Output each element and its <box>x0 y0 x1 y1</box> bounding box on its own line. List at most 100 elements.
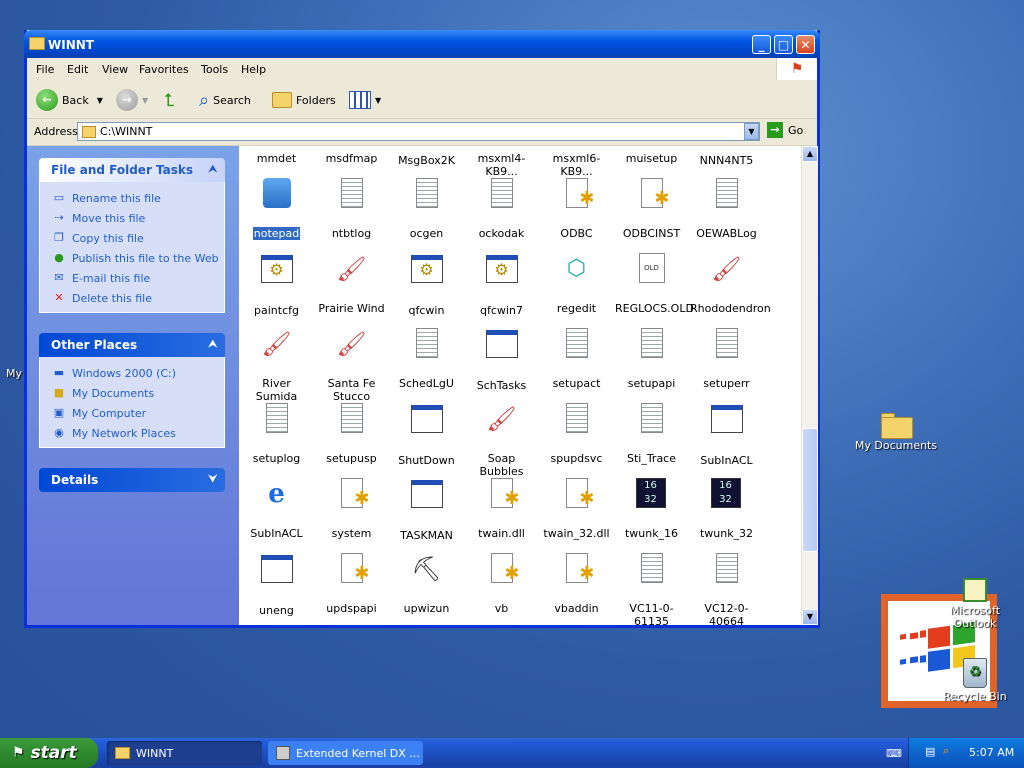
close-button[interactable]: ✕ <box>796 35 815 54</box>
place-my-documents[interactable]: ■ My Documents <box>52 383 224 403</box>
file-item[interactable]: OEWABLog <box>689 178 764 240</box>
folders-button[interactable]: Folders <box>272 88 336 112</box>
file-item[interactable]: VC11-0-61135 <box>614 553 689 625</box>
file-item[interactable]: OLD REGLOCS.OLD <box>614 253 694 315</box>
file-item[interactable]: SubInACL <box>689 403 764 467</box>
file-item[interactable]: ntbtlog <box>314 178 389 240</box>
file-item[interactable]: 🖌 Prairie Wind <box>314 253 389 315</box>
collapse-icon[interactable]: ⮝ <box>209 158 218 182</box>
file-item[interactable]: ⚙ qfcwin <box>389 253 464 317</box>
scroll-thumb[interactable] <box>802 428 818 552</box>
file-item[interactable]: setupapi <box>614 328 689 390</box>
address-input[interactable]: C:\WINNT <box>77 122 760 141</box>
file-item[interactable]: ⬡ regedit <box>539 253 614 315</box>
file-item[interactable]: ⚙NNN4NT5 <box>689 146 764 167</box>
taskbar-task-winnt[interactable]: WINNT <box>107 741 262 765</box>
file-item[interactable]: mmdet <box>239 146 314 165</box>
file-folder-tasks-header[interactable]: File and Folder Tasks ⮝ <box>39 158 225 182</box>
go-button[interactable]: → Go <box>767 122 803 138</box>
forward-button[interactable]: → ▼ <box>116 88 148 112</box>
file-item[interactable]: ⛏ upwizun <box>389 553 464 615</box>
file-item[interactable]: notepad <box>239 178 314 240</box>
place-c-drive[interactable]: ▬ Windows 2000 (C:) <box>52 363 224 383</box>
search-button[interactable]: ⌕ Search <box>199 88 251 112</box>
network-tray-icon[interactable]: ▤ <box>925 745 935 758</box>
file-item[interactable]: ⚙ qfcwin7 <box>464 253 539 317</box>
details-header[interactable]: Details ⮟ <box>39 468 225 492</box>
file-item[interactable]: muisetup <box>614 146 689 165</box>
file-item[interactable]: spupdsvc <box>539 403 614 465</box>
back-button[interactable]: ← Back ▼ <box>36 88 103 112</box>
task-rename[interactable]: ▭ Rename this file <box>52 188 224 208</box>
file-item[interactable]: ShutDown <box>389 403 464 467</box>
file-item[interactable]: vbaddin <box>539 553 614 615</box>
file-item[interactable]: 🖌 Soap Bubbles <box>464 403 539 478</box>
file-item[interactable]: 🖌 Rhododendron <box>689 253 771 315</box>
file-item[interactable]: ODBC <box>539 178 614 240</box>
file-item[interactable]: SchedLgU <box>389 328 464 390</box>
scroll-up-button[interactable]: ▲ <box>802 146 818 162</box>
file-item[interactable]: ockodak <box>464 178 539 240</box>
file-item[interactable]: 🖌 Santa Fe Stucco <box>314 328 389 403</box>
menu-edit[interactable]: Edit <box>67 63 88 76</box>
file-item[interactable]: twain.dll <box>464 478 539 540</box>
file-item[interactable]: 🖌 River Sumida <box>239 328 314 403</box>
file-item[interactable]: system <box>314 478 389 540</box>
place-my-computer[interactable]: ▣ My Computer <box>52 403 224 423</box>
task-move[interactable]: ⇢ Move this file <box>52 208 224 228</box>
file-item[interactable]: VC12-0-40664 <box>689 553 764 625</box>
views-button[interactable]: ▼ <box>349 88 381 112</box>
file-item[interactable]: setuperr <box>689 328 764 390</box>
file-item[interactable]: msxml6-KB9... <box>539 146 614 178</box>
file-item[interactable]: vb <box>464 553 539 615</box>
toolbar: ← Back ▼ → ▼ ⮤ ⌕ Search Folders ▼ <box>27 80 817 119</box>
file-item[interactable]: ocgen <box>389 178 464 240</box>
search-tray-icon[interactable]: ⌕ <box>943 744 949 758</box>
address-dropdown-button[interactable]: ▼ <box>744 123 759 140</box>
file-item[interactable]: TASKMAN <box>389 478 464 542</box>
file-item[interactable]: 16 32 twunk_32 <box>689 478 764 540</box>
address-bar: Address C:\WINNT ▼ → Go <box>27 119 817 146</box>
file-item[interactable]: ODBCINST <box>614 178 689 240</box>
task-email[interactable]: ✉ E-mail this file <box>52 268 224 288</box>
file-item[interactable]: setuplog <box>239 403 314 465</box>
window-titlebar[interactable]: WINNT _ □ ✕ <box>24 30 820 58</box>
menu-favorites[interactable]: Favorites <box>139 63 189 76</box>
taskbar-task-extended-kernel[interactable]: Extended Kernel DX ... <box>268 741 423 765</box>
menu-view[interactable]: View <box>102 63 128 76</box>
keyboard-icon[interactable]: ⌨ <box>886 747 902 760</box>
menu-tools[interactable]: Tools <box>201 63 228 76</box>
desktop-outlook[interactable]: Microsoft Outlook <box>930 578 1020 630</box>
file-item[interactable]: uneng <box>239 553 314 617</box>
task-delete[interactable]: ✕ Delete this file <box>52 288 224 308</box>
file-item[interactable]: SchTasks <box>464 328 539 392</box>
vertical-scrollbar[interactable]: ▲ ▼ <box>801 146 818 625</box>
other-places-header[interactable]: Other Places ⮝ <box>39 333 225 357</box>
collapse-icon[interactable]: ⮝ <box>209 333 218 357</box>
maximize-button[interactable]: □ <box>774 35 793 54</box>
task-publish[interactable]: ● Publish this file to the Web <box>52 248 224 268</box>
file-item[interactable]: msxml4-KB9... <box>464 146 539 178</box>
file-item[interactable]: setupact <box>539 328 614 390</box>
minimize-button[interactable]: _ <box>752 35 771 54</box>
scroll-down-button[interactable]: ▼ <box>802 609 818 625</box>
task-copy[interactable]: ❐ Copy this file <box>52 228 224 248</box>
start-button[interactable]: ⚑ start <box>0 738 98 768</box>
file-item[interactable]: Sti_Trace <box>614 403 689 465</box>
up-button[interactable]: ⮤ <box>164 88 175 112</box>
file-item[interactable]: updspapi <box>314 553 389 615</box>
expand-icon[interactable]: ⮟ <box>209 468 218 492</box>
place-network[interactable]: ◉ My Network Places <box>52 423 224 443</box>
file-item[interactable]: 16 32 twunk_16 <box>614 478 689 540</box>
file-item[interactable]: twain_32.dll <box>539 478 614 540</box>
menu-help[interactable]: Help <box>241 63 266 76</box>
file-item[interactable]: setupusp <box>314 403 389 465</box>
file-item[interactable]: e SubInACL <box>239 478 314 540</box>
menu-file[interactable]: File <box>36 63 54 76</box>
file-item[interactable]: msdfmap <box>314 146 389 165</box>
file-item[interactable]: ⚙ paintcfg <box>239 253 314 317</box>
file-item[interactable]: MsgBox2K <box>389 146 464 167</box>
desktop-my-documents[interactable]: My Documents <box>851 413 941 452</box>
file-item-label: spupdsvc <box>550 452 603 465</box>
desktop-recycle-bin[interactable]: ♻ Recycle Bin <box>930 658 1020 703</box>
